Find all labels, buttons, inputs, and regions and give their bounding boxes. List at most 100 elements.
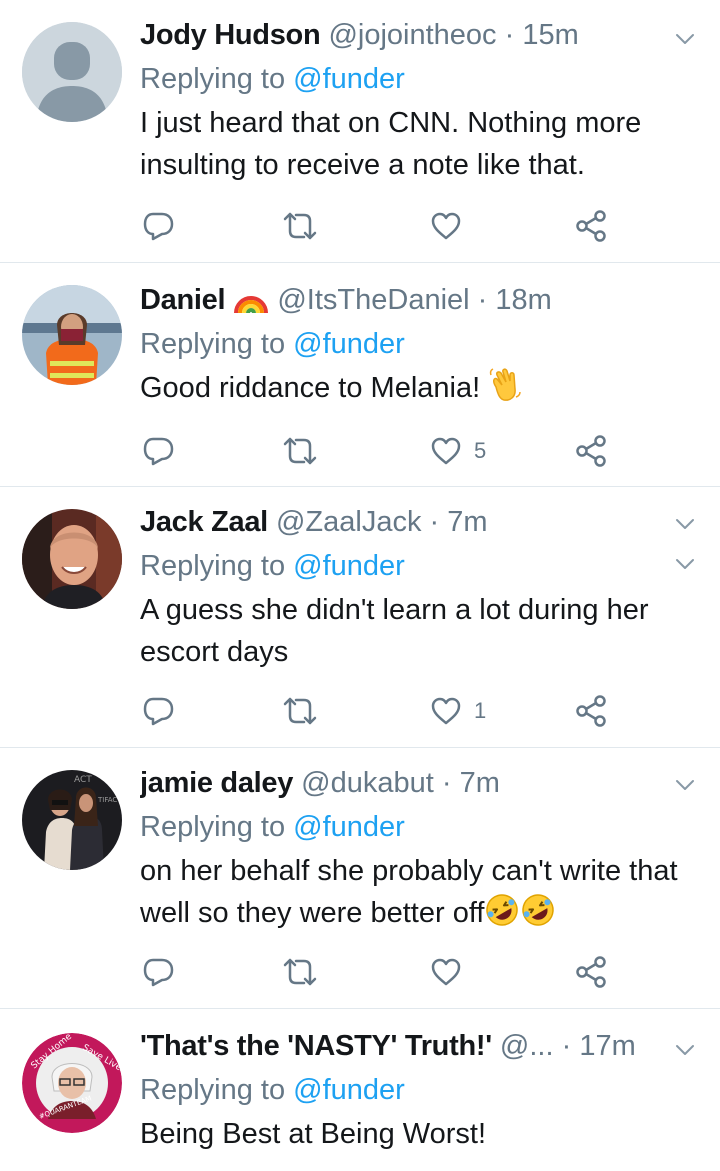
mention-link[interactable]: @funder — [293, 550, 405, 582]
heart-icon — [431, 212, 461, 240]
tweet[interactable]: ACT TIFAC jamie daley @dukabut · 7m Repl… — [0, 748, 720, 1009]
retweet-icon — [283, 958, 317, 986]
tweet-text-row: Good riddance to Melania! — [140, 367, 700, 409]
timestamp[interactable]: 7m — [460, 767, 500, 799]
tweet-text: I just heard that on CNN. Nothing more i… — [140, 107, 642, 181]
retweet-icon — [283, 212, 317, 240]
tweet[interactable]: Daniel @ItsTheDaniel · 18m Replying to @… — [0, 263, 720, 569]
reply-feed: Jody Hudson @jojointheoc · 15m Replying … — [0, 0, 720, 1171]
svg-text:ACT: ACT — [74, 775, 92, 785]
reply-icon — [143, 437, 174, 466]
chevron-down-icon[interactable] — [674, 774, 696, 796]
share-button[interactable] — [574, 691, 608, 731]
mention-link[interactable]: @funder — [293, 328, 405, 360]
retweet-icon — [283, 697, 317, 725]
like-button[interactable]: 5 — [430, 431, 486, 471]
reply-button[interactable] — [142, 952, 176, 992]
tweet-header: Jack Zaal @ZaalJack · 7m — [140, 503, 700, 541]
timestamp[interactable]: 7m — [447, 506, 487, 538]
share-button[interactable] — [574, 431, 608, 471]
heart-icon — [431, 958, 461, 986]
like-button[interactable] — [430, 952, 474, 992]
replying-to: Replying to @funder — [140, 325, 700, 363]
user-photo-icon: Stay Home Save Lives #QUARANTEAM — [22, 1033, 122, 1133]
like-button[interactable]: 1 — [430, 691, 486, 731]
display-name[interactable]: 'That's the 'NASTY' Truth!' — [140, 1030, 492, 1062]
retweet-button[interactable] — [282, 206, 318, 246]
user-handle[interactable]: @ItsTheDaniel — [277, 284, 469, 316]
mention-link[interactable]: @funder — [293, 63, 405, 95]
share-icon — [576, 956, 606, 988]
rainbow-icon — [234, 296, 269, 314]
tweet-text: A guess she didn't learn a lot during he… — [140, 594, 649, 668]
avatar[interactable]: ACT TIFAC — [22, 770, 122, 870]
timestamp[interactable]: 18m — [495, 284, 551, 316]
tweet-header: Jody Hudson @jojointheoc · 15m — [140, 16, 700, 54]
user-handle[interactable]: @dukabut — [301, 767, 434, 799]
display-name[interactable]: Jack Zaal — [140, 506, 268, 538]
separator-dot: · — [477, 284, 488, 316]
chevron-down-icon[interactable] — [674, 28, 696, 50]
share-icon — [576, 210, 606, 242]
reply-icon — [143, 212, 174, 241]
user-handle[interactable]: @... — [500, 1030, 554, 1062]
avatar[interactable]: Stay Home Save Lives #QUARANTEAM — [22, 1033, 122, 1133]
user-handle[interactable]: @ZaalJack — [276, 506, 421, 538]
separator-dot: · — [441, 767, 452, 799]
svg-text:TIFAC: TIFAC — [97, 796, 117, 804]
avatar[interactable] — [22, 285, 122, 385]
tweet[interactable]: Stay Home Save Lives #QUARANTEAM 'That's… — [0, 1009, 720, 1171]
rolling-laughing-icon — [522, 894, 555, 926]
reply-button[interactable] — [142, 431, 176, 471]
share-icon — [576, 435, 606, 467]
tweet-header: 'That's the 'NASTY' Truth!' @... · 17m — [140, 1027, 700, 1065]
replying-prefix: Replying to — [140, 328, 294, 360]
display-name[interactable]: jamie daley — [140, 767, 293, 799]
waving-hand-icon — [490, 368, 521, 401]
heart-icon — [431, 697, 461, 725]
reply-button[interactable] — [142, 691, 176, 731]
tweet-text: Good riddance to Melania! — [140, 372, 489, 404]
retweet-button[interactable] — [282, 952, 318, 992]
share-button[interactable] — [574, 952, 608, 992]
replying-to: Replying to @funder — [140, 808, 700, 846]
tweet-header: Daniel @ItsTheDaniel · 18m — [140, 281, 700, 319]
replying-prefix: Replying to — [140, 63, 294, 95]
tweet[interactable]: Jack Zaal @ZaalJack · 7m Replying to @fu… — [0, 487, 720, 748]
tweet[interactable]: Jody Hudson @jojointheoc · 15m Replying … — [0, 0, 720, 263]
replying-prefix: Replying to — [140, 550, 294, 582]
display-name[interactable]: Jody Hudson — [140, 19, 321, 51]
mention-link[interactable]: @funder — [293, 811, 405, 843]
user-photo-icon — [22, 285, 122, 385]
separator-dot: · — [504, 19, 515, 51]
replying-prefix: Replying to — [140, 811, 294, 843]
action-bar: 1 — [140, 691, 620, 731]
retweet-button[interactable] — [282, 691, 318, 731]
timestamp[interactable]: 17m — [579, 1030, 635, 1062]
replying-to: Replying to @funder — [140, 1071, 700, 1109]
avatar[interactable] — [22, 509, 122, 609]
avatar[interactable] — [22, 22, 122, 122]
retweet-icon — [283, 437, 317, 465]
tweet-header: jamie daley @dukabut · 7m — [140, 764, 700, 802]
reply-button[interactable] — [142, 206, 176, 246]
action-bar — [140, 206, 620, 246]
replying-to: Replying to @funder — [140, 60, 700, 98]
replying-to: Replying to @funder — [140, 547, 700, 585]
user-handle[interactable]: @jojointheoc — [328, 19, 496, 51]
default-avatar-icon — [22, 22, 122, 122]
like-button[interactable] — [430, 206, 474, 246]
user-photo-icon — [22, 509, 122, 609]
reply-icon — [143, 697, 174, 726]
mention-link[interactable]: @funder — [293, 1074, 405, 1106]
reply-icon — [143, 958, 174, 987]
chevron-down-icon[interactable] — [674, 513, 696, 535]
retweet-button[interactable] — [282, 431, 318, 471]
like-count: 1 — [474, 698, 487, 723]
tweet-text-row: on her behalf she probably can't write t… — [140, 850, 700, 934]
chevron-down-icon[interactable] — [674, 1039, 696, 1061]
like-count: 5 — [474, 438, 487, 463]
timestamp[interactable]: 15m — [522, 19, 578, 51]
share-button[interactable] — [574, 206, 608, 246]
display-name[interactable]: Daniel — [140, 284, 226, 316]
